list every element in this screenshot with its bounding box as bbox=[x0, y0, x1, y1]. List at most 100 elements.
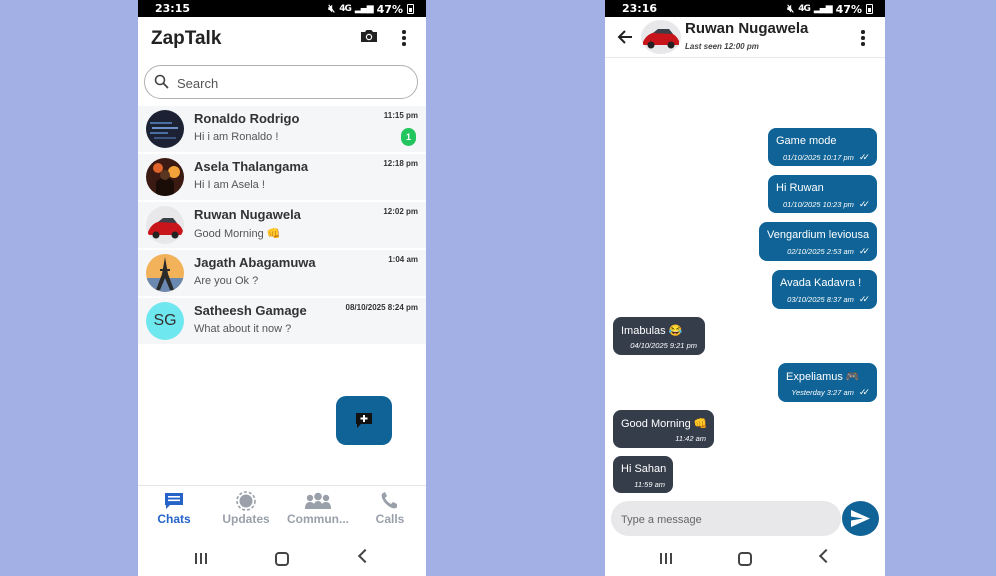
network-type: 4G bbox=[798, 4, 811, 14]
battery-percent: 47% bbox=[376, 2, 403, 16]
message-text: Good Morning 👊 bbox=[621, 418, 708, 430]
bottom-navigation: Chats Updates Commun... Calls bbox=[138, 485, 426, 538]
message-meta: 04/10/2025 9:21 pm bbox=[630, 341, 697, 350]
chat-time: 1:04 am bbox=[388, 255, 418, 264]
app-title: ZapTalk bbox=[151, 28, 222, 49]
new-chat-button[interactable] bbox=[336, 396, 392, 445]
message-bubble-incoming[interactable]: Hi Sahan 11:59 am bbox=[613, 456, 673, 493]
chat-name: Satheesh Gamage bbox=[194, 303, 307, 318]
send-icon bbox=[851, 510, 870, 527]
message-bubble-outgoing[interactable]: Hi Ruwan 01/10/2025 10:23 pm ✓✓ bbox=[768, 175, 877, 213]
app-bar: ZapTalk bbox=[138, 17, 426, 59]
status-icons: 🔇︎ 4G ▂▄▆ 47% bbox=[787, 2, 873, 16]
contact-avatar[interactable] bbox=[641, 20, 681, 54]
search-bar[interactable] bbox=[144, 65, 418, 99]
nav-chats[interactable]: Chats bbox=[138, 486, 210, 538]
overflow-menu-icon[interactable] bbox=[402, 30, 406, 46]
battery-percent: 47% bbox=[835, 2, 862, 16]
read-ticks-icon: ✓✓ bbox=[858, 294, 870, 304]
nav-updates[interactable]: Updates bbox=[210, 486, 282, 538]
status-time: 23:15 bbox=[155, 2, 191, 15]
chat-last-message: Are you Ok ? bbox=[194, 275, 259, 287]
message-time: 01/10/2025 10:23 pm bbox=[783, 200, 854, 209]
chat-last-message: Good Morning 👊 bbox=[194, 228, 281, 240]
message-time: 11:59 am bbox=[634, 480, 665, 489]
status-bar: 23:15 🔇︎ 4G ▂▄▆ 47% bbox=[138, 0, 426, 17]
chat-time: 12:02 pm bbox=[383, 207, 418, 216]
conversation-screen: 23:16 🔇︎ 4G ▂▄▆ 47% Ruwan Nugawela Last … bbox=[605, 0, 885, 576]
mute-icon: 🔇︎ bbox=[787, 2, 795, 15]
message-meta: 02/10/2025 2:53 am ✓✓ bbox=[787, 246, 870, 257]
status-icons: 🔇︎ 4G ▂▄▆ 47% bbox=[328, 2, 414, 16]
message-bubble-outgoing[interactable]: Expeliamus 🎮 Yesterday 3:27 am ✓✓ bbox=[778, 363, 877, 402]
send-button[interactable] bbox=[842, 501, 879, 536]
search-input[interactable] bbox=[175, 72, 409, 94]
system-navigation-bar bbox=[605, 540, 885, 576]
back-arrow-icon[interactable] bbox=[617, 30, 633, 44]
avatar bbox=[146, 254, 184, 292]
message-text: Imabulas 😂 bbox=[621, 325, 683, 337]
chat-name: Ruwan Nugawela bbox=[194, 207, 301, 222]
nav-calls[interactable]: Calls bbox=[354, 486, 426, 538]
avatar bbox=[146, 110, 184, 148]
chat-last-message: Hi i am Ronaldo ! bbox=[194, 131, 279, 143]
updates-icon bbox=[236, 491, 256, 511]
chat-name: Asela Thalangama bbox=[194, 159, 309, 174]
message-time: 04/10/2025 9:21 pm bbox=[630, 341, 697, 350]
battery-icon bbox=[866, 4, 873, 14]
message-meta: 11:42 am bbox=[675, 434, 706, 443]
back-icon[interactable] bbox=[357, 548, 373, 564]
overflow-menu-icon[interactable] bbox=[861, 30, 865, 46]
camera-icon[interactable] bbox=[360, 29, 378, 43]
message-input[interactable] bbox=[619, 509, 833, 531]
message-time: 11:42 am bbox=[675, 434, 706, 443]
message-text: Game mode bbox=[776, 135, 837, 147]
network-type: 4G bbox=[339, 4, 352, 14]
conversation-header: Ruwan Nugawela Last seen 12:00 pm bbox=[605, 17, 885, 58]
signal-icon: ▂▄▆ bbox=[813, 4, 833, 14]
message-meta: Yesterday 3:27 am ✓✓ bbox=[791, 387, 870, 398]
system-navigation-bar bbox=[138, 540, 426, 576]
chat-item-satheesh-gamage[interactable]: SG Satheesh Gamage What about it now ? 0… bbox=[138, 298, 426, 344]
communities-icon bbox=[305, 492, 331, 509]
chat-item-jagath-abagamuwa[interactable]: Jagath Abagamuwa Are you Ok ? 1:04 am bbox=[138, 250, 426, 296]
chat-item-ruwan-nugawela[interactable]: Ruwan Nugawela Good Morning 👊 12:02 pm bbox=[138, 202, 426, 248]
message-text: Hi Ruwan bbox=[776, 182, 824, 194]
search-icon bbox=[154, 74, 169, 89]
unread-badge: 1 bbox=[401, 128, 416, 146]
recent-apps-icon[interactable] bbox=[660, 553, 674, 564]
message-bubble-outgoing[interactable]: Avada Kadavra ! 03/10/2025 8:37 am ✓✓ bbox=[772, 270, 877, 309]
chat-list: Ronaldo Rodrigo Hi i am Ronaldo ! 11:15 … bbox=[138, 106, 426, 346]
read-ticks-icon: ✓✓ bbox=[858, 152, 870, 162]
message-text: Avada Kadavra ! bbox=[780, 277, 862, 289]
avatar bbox=[146, 206, 184, 244]
message-text: Hi Sahan bbox=[621, 463, 667, 475]
new-chat-icon bbox=[356, 413, 372, 428]
last-seen: Last seen 12:00 pm bbox=[685, 42, 759, 51]
back-icon[interactable] bbox=[818, 548, 834, 564]
chat-list-screen: 23:15 🔇︎ 4G ▂▄▆ 47% ZapTalk Search Ronal… bbox=[138, 0, 426, 576]
nav-communities[interactable]: Commun... bbox=[282, 486, 354, 538]
message-time: Yesterday 3:27 am bbox=[791, 388, 854, 397]
read-ticks-icon: ✓✓ bbox=[858, 199, 870, 209]
chat-item-ronaldo-rodrigo[interactable]: Ronaldo Rodrigo Hi i am Ronaldo ! 11:15 … bbox=[138, 106, 426, 152]
message-bubble-outgoing[interactable]: Vengardium leviousa 02/10/2025 2:53 am ✓… bbox=[759, 222, 877, 261]
status-bar: 23:16 🔇︎ 4G ▂▄▆ 47% bbox=[605, 0, 885, 17]
message-meta: 01/10/2025 10:23 pm ✓✓ bbox=[783, 199, 870, 210]
recent-apps-icon[interactable] bbox=[195, 553, 209, 564]
nav-label: Chats bbox=[157, 512, 191, 526]
chat-last-message: What about it now ? bbox=[194, 323, 292, 335]
home-icon[interactable] bbox=[738, 552, 752, 566]
home-icon[interactable] bbox=[275, 552, 289, 566]
message-bubble-incoming[interactable]: Good Morning 👊 11:42 am bbox=[613, 410, 714, 448]
nav-label: Commun... bbox=[287, 512, 349, 526]
chat-item-asela-thalangama[interactable]: Asela Thalangama Hi I am Asela ! 12:18 p… bbox=[138, 154, 426, 200]
message-time: 03/10/2025 8:37 am bbox=[787, 295, 854, 304]
message-time: 02/10/2025 2:53 am bbox=[787, 247, 854, 256]
message-bubble-incoming[interactable]: Imabulas 😂 04/10/2025 9:21 pm bbox=[613, 317, 705, 355]
message-bubble-outgoing[interactable]: Game mode 01/10/2025 10:17 pm ✓✓ bbox=[768, 128, 877, 166]
message-text: Expeliamus 🎮 bbox=[786, 371, 860, 383]
message-text: Vengardium leviousa bbox=[767, 229, 870, 241]
message-composer[interactable] bbox=[611, 501, 841, 536]
chat-bubble-icon bbox=[165, 493, 183, 509]
